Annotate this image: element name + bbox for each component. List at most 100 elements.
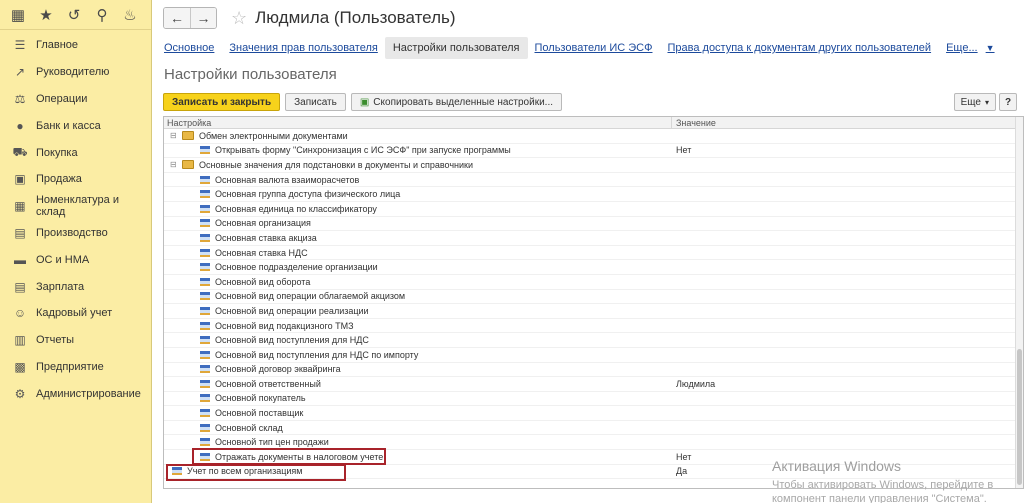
table-row[interactable]: Основной вид операции реализации <box>164 304 1023 319</box>
sidebar-item[interactable]: ⛟ Покупка <box>0 139 151 166</box>
save-and-close-button[interactable]: Записать и закрыть <box>163 93 281 111</box>
setting-item-icon <box>200 146 210 155</box>
star-icon[interactable]: ★ <box>32 0 60 30</box>
table-row[interactable]: Основной вид операции облагаемой акцизом <box>164 290 1023 305</box>
forward-button[interactable]: → <box>190 8 216 28</box>
column-header-setting[interactable]: Настройка <box>164 117 672 128</box>
table-row[interactable]: Основной договор эквайринга <box>164 363 1023 378</box>
setting-item-icon <box>200 233 210 242</box>
setting-label: Основной склад <box>215 422 283 433</box>
vertical-scrollbar[interactable] <box>1015 117 1023 488</box>
table-row[interactable]: Основная группа доступа физического лица <box>164 187 1023 202</box>
sidebar-item[interactable]: ▥ Отчеты <box>0 327 151 354</box>
table-row[interactable]: Основной склад <box>164 421 1023 436</box>
sidebar-item[interactable]: ☰ Главное <box>0 32 151 59</box>
favorite-star-icon[interactable]: ☆ <box>231 8 247 29</box>
value-cell[interactable]: Нет <box>672 145 1023 155</box>
table-row[interactable]: Открывать форму "Синхронизация с ИС ЭСФ"… <box>164 144 1023 159</box>
chevron-down-icon: ▼ <box>985 43 995 53</box>
sidebar-item-label: Номенклатура и склад <box>35 194 119 219</box>
table-row[interactable]: Основная организация <box>164 217 1023 232</box>
search-icon[interactable]: ⚲ <box>88 0 116 30</box>
tab[interactable]: Пользователи ИС ЭСФ <box>535 42 653 54</box>
setting-label: Основной вид операции облагаемой акцизом <box>215 291 406 302</box>
setting-label: Основной вид операции реализации <box>215 305 369 316</box>
tab[interactable]: Значения прав пользователя <box>229 42 377 54</box>
help-button[interactable]: ? <box>999 93 1017 111</box>
coin-icon: ● <box>16 118 24 133</box>
setting-cell: Основной вид поступления для НДС <box>164 335 672 345</box>
tab[interactable]: Еще... ▼ <box>946 42 994 54</box>
setting-label: Основная ставка акциза <box>215 232 317 243</box>
chevron-down-icon: ▾ <box>984 97 989 107</box>
table-row[interactable]: Основной вид подакцизного ТМЗ <box>164 319 1023 334</box>
sidebar-item[interactable]: ☺ Кадровый учет <box>0 300 151 327</box>
table-row[interactable]: Основная ставка акциза <box>164 231 1023 246</box>
sidebar-item-label: Зарплата <box>36 280 85 293</box>
copy-settings-button[interactable]: ▣ Скопировать выделенные настройки... <box>350 93 563 111</box>
scrollbar-thumb[interactable] <box>1017 349 1022 485</box>
page-title: Людмила (Пользователь) <box>255 8 456 27</box>
setting-item-icon <box>200 175 210 184</box>
column-header-value[interactable]: Значение <box>672 117 1023 128</box>
more-label: Еще <box>960 96 981 108</box>
value-cell[interactable]: Людмила <box>672 379 1023 389</box>
tab[interactable]: Настройки пользователя <box>384 37 528 59</box>
table-row[interactable]: Основной поставщик <box>164 406 1023 421</box>
table-row[interactable]: Основная ставка НДС <box>164 246 1023 261</box>
bell-icon[interactable]: ♨ <box>116 0 144 30</box>
table-row[interactable]: Основной вид оборота <box>164 275 1023 290</box>
table-row[interactable]: Основная валюта взаиморасчетов <box>164 173 1023 188</box>
tab[interactable]: Основное <box>164 42 214 54</box>
setting-cell: Основная организация <box>164 218 672 228</box>
save-button[interactable]: Записать <box>285 93 346 111</box>
table-row[interactable]: Основное подразделение организации <box>164 260 1023 275</box>
setting-item-icon <box>200 277 210 286</box>
salary-icon: ▤ <box>14 279 26 294</box>
back-button[interactable]: ← <box>164 8 190 28</box>
activation-watermark-title: Активация Windows <box>772 458 902 474</box>
setting-cell: Основной вид поступления для НДС по импо… <box>164 350 672 360</box>
collapse-toggle-icon[interactable]: ⊟ <box>170 160 180 169</box>
sidebar-item[interactable]: ↗ Руководителю <box>0 59 151 86</box>
setting-label: Основная группа доступа физического лица <box>215 189 401 200</box>
sidebar-item[interactable]: ▬ ОС и НМА <box>0 246 151 273</box>
building-icon: ▩ <box>14 359 26 374</box>
table-row[interactable]: Основной ответственный Людмила <box>164 377 1023 392</box>
setting-item-icon <box>200 379 210 388</box>
operations-icon: ⚖ <box>14 91 26 106</box>
sidebar-item[interactable]: ▤ Зарплата <box>0 273 151 300</box>
setting-cell: Отражать документы в налоговом учете <box>164 452 672 462</box>
sidebar-item[interactable]: ▦ Номенклатура и склад <box>0 193 151 220</box>
setting-item-icon <box>200 423 210 432</box>
table-row[interactable]: Основной вид поступления для НДС по импо… <box>164 348 1023 363</box>
tab[interactable]: Права доступа к документам других пользо… <box>667 42 931 54</box>
more-button[interactable]: Еще ▾ <box>953 93 996 111</box>
table-row[interactable]: ⊟ Основные значения для подстановки в док… <box>164 158 1023 173</box>
setting-label: Основное подразделение организации <box>215 262 378 273</box>
nav-buttons: ← → <box>163 7 217 29</box>
sidebar-item-label: Отчеты <box>36 334 75 347</box>
sidebar-item[interactable]: ▩ Предприятие <box>0 354 151 381</box>
setting-cell: Основной поставщик <box>164 408 672 418</box>
setting-cell: Основной склад <box>164 423 672 433</box>
table-row[interactable]: Основной тип цен продажи <box>164 435 1023 451</box>
sidebar-item[interactable]: ⚖ Операции <box>0 86 151 113</box>
setting-item-icon <box>200 336 210 345</box>
table-row[interactable]: Основная единица по классификатору <box>164 202 1023 217</box>
sidebar-item[interactable]: ▣ Продажа <box>0 166 151 193</box>
setting-label: Открывать форму "Синхронизация с ИС ЭСФ"… <box>215 145 511 156</box>
sidebar-item[interactable]: ▤ Производство <box>0 220 151 247</box>
sidebar-item[interactable]: ● Банк и касса <box>0 112 151 139</box>
sidebar-item[interactable]: ⚙ Администрирование <box>0 380 151 407</box>
section-title: Настройки пользователя <box>164 66 337 83</box>
table-row[interactable]: Основной покупатель <box>164 392 1023 407</box>
sidebar-toolbar: ▦ ★ ↺ ⚲ ♨ <box>0 0 151 30</box>
collapse-toggle-icon[interactable]: ⊟ <box>170 131 180 140</box>
apps-grid-icon[interactable]: ▦ <box>4 0 32 30</box>
history-icon[interactable]: ↺ <box>60 0 88 30</box>
table-row[interactable]: Основной вид поступления для НДС <box>164 333 1023 348</box>
setting-label: Основной вид поступления для НДС по импо… <box>215 349 419 360</box>
table-row[interactable]: ⊟ Обмен электронными документами <box>164 129 1023 144</box>
sidebar-item-label: Администрирование <box>36 387 141 400</box>
